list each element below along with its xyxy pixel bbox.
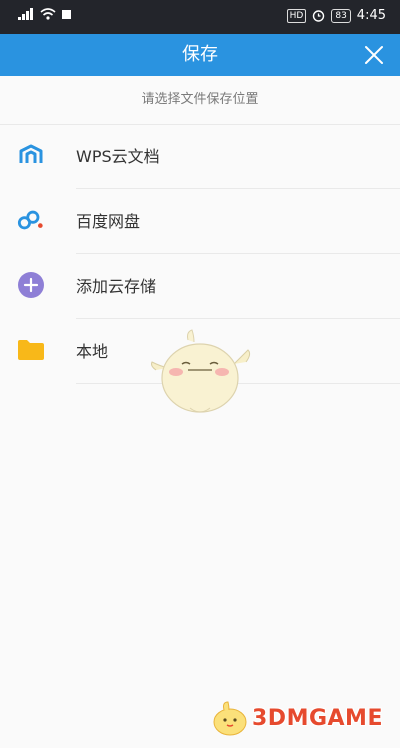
hd-badge: HD — [286, 8, 307, 23]
page-title: 保存 — [182, 44, 218, 65]
clock: 4:45 — [356, 8, 386, 23]
save-location-prompt: 请选择文件保存位置 — [0, 76, 400, 125]
close-button[interactable] — [362, 43, 386, 67]
battery-indicator: 83 — [331, 8, 351, 23]
status-bar: HD 83 4:45 — [0, 0, 400, 34]
add-cloud-icon — [17, 271, 45, 299]
wps-cloud-icon — [17, 141, 45, 169]
watermark: 3DMGAME — [208, 698, 383, 738]
location-label: 本地 — [76, 342, 109, 361]
location-item-add-cloud[interactable]: 添加云存储 — [0, 254, 400, 319]
status-left — [18, 8, 71, 20]
alarm-icon — [313, 10, 325, 22]
location-label: 添加云存储 — [76, 277, 157, 296]
mascot-image — [151, 329, 251, 413]
folder-icon — [17, 336, 45, 364]
notification-icon — [62, 9, 71, 19]
location-label: WPS云文档 — [76, 147, 160, 166]
close-icon — [365, 46, 383, 64]
watermark-mascot-icon — [213, 701, 247, 736]
location-label: 百度网盘 — [76, 212, 141, 231]
wifi-icon — [40, 8, 56, 20]
status-right: HD 83 4:45 — [286, 8, 386, 23]
baidu-netdisk-icon — [17, 206, 45, 234]
location-item-wps-cloud[interactable]: WPS云文档 — [0, 124, 400, 189]
app-bar: 保存 — [0, 34, 400, 76]
signal-icon — [18, 8, 33, 20]
location-item-baidu-netdisk[interactable]: 百度网盘 — [0, 189, 400, 254]
watermark-text: 3DMGAME — [252, 705, 383, 731]
